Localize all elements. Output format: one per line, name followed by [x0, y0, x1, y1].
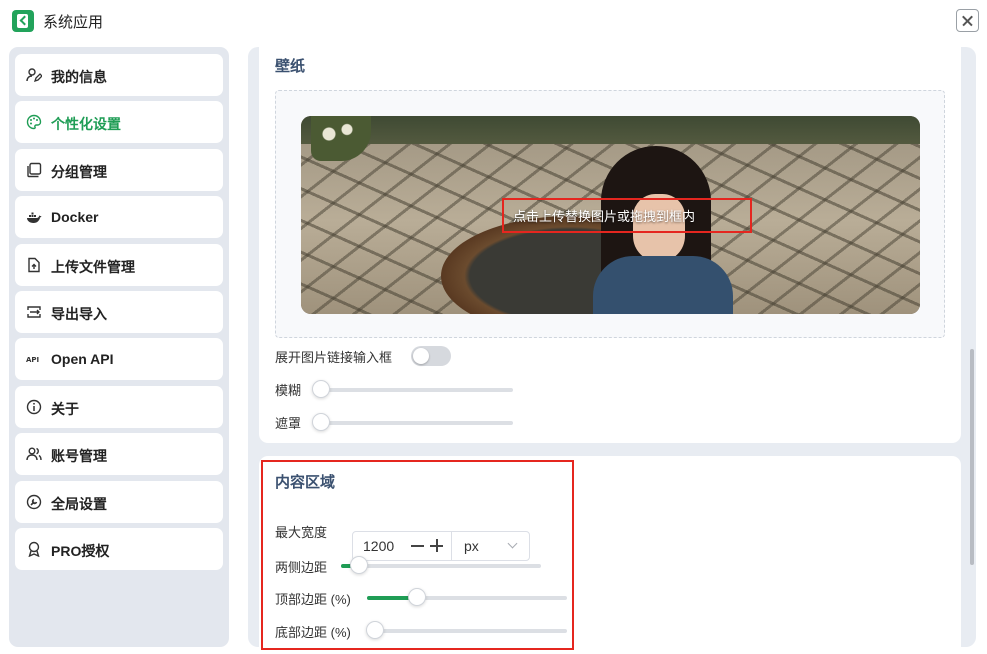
max-width-input[interactable]: 1200 [363, 538, 394, 554]
unit-select[interactable]: px [464, 538, 479, 554]
link-input-toggle-label: 展开图片链接输入框 [275, 350, 393, 365]
wrench-icon [26, 494, 42, 510]
sidebar-item-accounts[interactable]: 账号管理 [15, 433, 223, 475]
increment-button[interactable] [429, 538, 445, 554]
content-area-card: 内容区域 最大宽度 1200 px 两侧边距 顶部边距 (%) 底部边距 (%) [259, 456, 961, 647]
users-icon [26, 446, 42, 462]
wallpaper-title: 壁纸 [275, 58, 306, 75]
sidebar-item-import-export[interactable]: 导出导入 [15, 291, 223, 333]
wallpaper-preview-image: 点击上传替换图片或拖拽到框内 [301, 116, 920, 314]
upload-hint-text: 点击上传替换图片或拖拽到框内 [513, 209, 696, 224]
blur-slider-handle[interactable] [312, 380, 330, 398]
chevron-down-icon[interactable] [507, 538, 518, 549]
sidebar-item-personalization[interactable]: 个性化设置 [15, 101, 223, 143]
mask-slider-handle[interactable] [312, 413, 330, 431]
app-title: 系统应用 [43, 14, 104, 31]
sidebar-item-label: PRO授权 [51, 543, 110, 559]
wallpaper-card: 壁纸 点击上传替换图片或拖拽到框内 展开图片链接输入框 模糊 遮罩 [259, 47, 961, 443]
sidebar-item-label: 导出导入 [51, 306, 107, 322]
blur-label: 模糊 [275, 383, 302, 398]
user-edit-icon [26, 67, 43, 83]
vertical-scrollbar[interactable] [970, 349, 974, 565]
bottom-margin-slider[interactable] [366, 621, 567, 639]
info-icon [26, 399, 42, 415]
award-icon [26, 541, 42, 558]
close-button[interactable] [956, 9, 979, 32]
unit-divider [451, 532, 452, 560]
bottom-margin-label: 底部边距 (%) [275, 625, 351, 640]
title-bar: 系统应用 [0, 0, 987, 44]
sidebar-item-label: 上传文件管理 [51, 259, 135, 275]
import-export-icon [26, 304, 42, 320]
sidebar-item-upload-files[interactable]: 上传文件管理 [15, 244, 223, 286]
decrement-button[interactable] [410, 538, 426, 554]
sidebar-item-label: 全局设置 [51, 496, 107, 512]
top-margin-label: 顶部边距 (%) [275, 592, 351, 607]
sidebar-item-group-management[interactable]: 分组管理 [15, 149, 223, 191]
mask-slider[interactable] [312, 413, 513, 431]
content-area-title: 内容区域 [275, 474, 336, 491]
sidebar-item-label: 我的信息 [51, 69, 107, 85]
sidebar-item-open-api[interactable]: API Open API [15, 338, 223, 380]
link-input-toggle[interactable] [411, 346, 451, 366]
side-margin-slider[interactable] [341, 556, 541, 574]
max-width-input-group: 1200 px [352, 531, 530, 561]
side-margin-label: 两侧边距 [275, 560, 328, 575]
sidebar-item-label: Open API [51, 351, 114, 367]
file-upload-icon [26, 257, 42, 273]
sidebar-item-my-info[interactable]: 我的信息 [15, 54, 223, 96]
bottom-margin-slider-handle[interactable] [366, 621, 384, 639]
sidebar-item-label: Docker [51, 209, 99, 225]
sidebar-item-about[interactable]: 关于 [15, 386, 223, 428]
blur-slider[interactable] [312, 380, 513, 398]
sidebar-item-pro-license[interactable]: PRO授权 [15, 528, 223, 570]
mask-label: 遮罩 [275, 416, 302, 431]
svg-text:API: API [26, 356, 39, 364]
palette-icon [26, 114, 42, 130]
wallpaper-upload-dropzone[interactable]: 点击上传替换图片或拖拽到框内 [275, 90, 945, 338]
sidebar-item-docker[interactable]: Docker [15, 196, 223, 238]
docker-icon [26, 209, 42, 225]
sidebar-item-label: 分组管理 [51, 164, 107, 180]
settings-scroll-area[interactable]: 壁纸 点击上传替换图片或拖拽到框内 展开图片链接输入框 模糊 遮罩 内容区域 最… [248, 47, 976, 647]
app-logo-icon [12, 10, 34, 32]
sidebar-item-global-settings[interactable]: 全局设置 [15, 481, 223, 523]
top-margin-slider[interactable] [367, 588, 567, 606]
sidebar-item-label: 个性化设置 [51, 116, 121, 132]
side-margin-slider-handle[interactable] [350, 556, 368, 574]
max-width-label: 最大宽度 [275, 525, 328, 540]
sidebar: 我的信息 个性化设置 分组管理 Docker 上传文件管理 导出导入 API O… [9, 47, 229, 647]
sidebar-item-label: 关于 [51, 401, 79, 417]
sidebar-item-label: 账号管理 [51, 448, 107, 464]
group-copy-icon [26, 162, 42, 178]
top-margin-slider-handle[interactable] [408, 588, 426, 606]
api-icon: API [26, 351, 42, 367]
